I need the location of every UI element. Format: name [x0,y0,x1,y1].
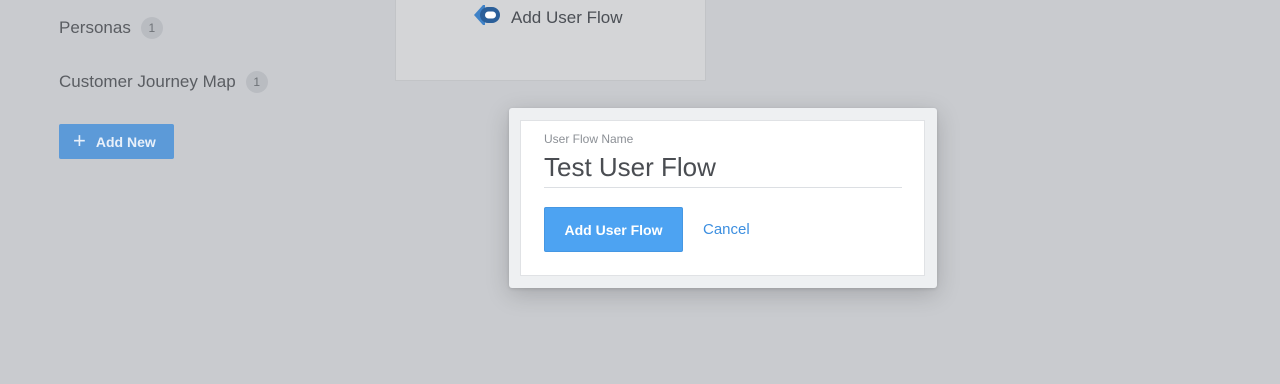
add-user-flow-dialog: User Flow Name Add User Flow Cancel [509,108,937,288]
sidebar-item-customer-journey-map[interactable]: Customer Journey Map 1 [59,71,268,93]
user-flow-name-input[interactable] [544,148,902,188]
add-user-flow-link[interactable]: Add User Flow [474,3,622,32]
add-new-button[interactable]: + Add New [59,124,174,159]
user-flow-name-label: User Flow Name [544,132,634,146]
sidebar-item-personas[interactable]: Personas 1 [59,17,163,39]
user-flow-card: Add User Flow [395,0,706,81]
add-user-flow-button[interactable]: Add User Flow [544,207,683,252]
count-badge: 1 [245,71,268,93]
count-badge: 1 [140,17,163,39]
sidebar-item-label: Personas [59,18,131,37]
sidebar-item-label: Customer Journey Map [59,72,236,91]
add-new-label: Add New [95,133,156,150]
add-user-flow-label: Add User Flow [511,7,623,27]
plus-icon: + [73,127,86,153]
cancel-button[interactable]: Cancel [703,207,750,252]
user-flow-icon [474,3,511,32]
dialog-content: User Flow Name Add User Flow Cancel [520,120,925,276]
